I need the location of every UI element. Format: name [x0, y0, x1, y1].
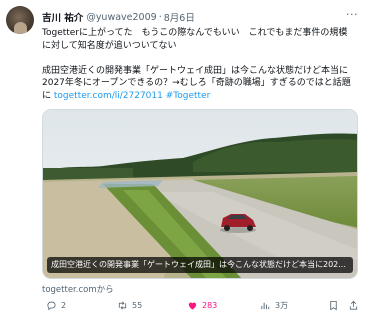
- link-card-image[interactable]: 成田空港近くの開発事業「ゲートウェイ成田」は今こんな状態だけど本当に202...: [42, 109, 358, 279]
- like-count: 283: [202, 300, 218, 310]
- tweet-text: Togetterに上がってた もうこの際なんでもいい これでもまだ事件の規模 に…: [42, 27, 360, 103]
- card-source[interactable]: togetter.comから: [42, 283, 114, 295]
- tweet-actions: 2 55 283 3万: [42, 298, 362, 312]
- tweet-text-line: に対して知名度が追いついてない: [42, 40, 177, 51]
- bookmark-button[interactable]: [328, 300, 343, 311]
- tweet-text-line: Togetterに上がってた もうこの際なんでもいい これでもまだ事件の規模: [42, 28, 348, 38]
- views-icon: [261, 302, 270, 309]
- hashtag-link[interactable]: #Togetter: [166, 91, 211, 101]
- avatar[interactable]: [6, 6, 34, 34]
- card-caption: 成田空港近くの開発事業「ゲートウェイ成田」は今こんな状態だけど本当に202...: [47, 257, 353, 273]
- reply-count: 2: [61, 300, 67, 310]
- bookmark-icon: [330, 300, 337, 310]
- share-icon: [349, 300, 358, 310]
- like-button[interactable]: 283: [187, 300, 217, 311]
- reply-button[interactable]: 2: [46, 300, 66, 311]
- reply-icon: [47, 301, 56, 310]
- togetter-link[interactable]: togetter.com/li/2727011: [54, 91, 163, 101]
- views-button[interactable]: 3万: [260, 300, 288, 311]
- retweet-count: 55: [132, 300, 143, 310]
- retweet-button[interactable]: 55: [117, 300, 142, 311]
- author-name[interactable]: 吉川 祐介: [42, 10, 83, 24]
- tweet-text-line: 成田空港近くの開発事業「ゲートウェイ成田」は今こんな状態だけど本当に: [42, 65, 349, 76]
- tweet-text-line: に togetter.com/li/2727011 #Togetter: [42, 90, 211, 101]
- tweet-text-line: 2027年冬にオープンできるの？→むしろ「奇跡の職場」すぎるのではと話題: [42, 78, 351, 89]
- heart-filled-icon: [188, 302, 197, 310]
- share-button[interactable]: [348, 300, 363, 311]
- author-handle[interactable]: @yuwave2009: [86, 12, 156, 23]
- retweet-icon: [118, 301, 127, 309]
- separator-dot: ·: [158, 11, 162, 23]
- tweet-header: 吉川 祐介 @yuwave2009 · 8月6日: [42, 10, 340, 25]
- views-count: 3万: [275, 300, 289, 310]
- construction-site-photo: [43, 110, 357, 278]
- more-dots-icon[interactable]: ···: [346, 9, 358, 21]
- tweet-date[interactable]: 8月6日: [164, 10, 195, 24]
